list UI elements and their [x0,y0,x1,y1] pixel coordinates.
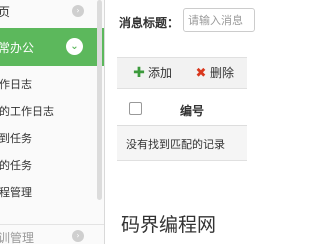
delete-button[interactable]: ✖ 删除 [195,64,234,82]
chevron-down-icon: ⌄ [66,38,83,55]
table-header: 编号 [117,93,247,126]
sidebar-scrollbar[interactable] [97,0,102,200]
sidebar-item-label: 到任务 [0,132,32,145]
empty-message: 没有找到匹配的记录 [126,138,225,151]
sidebar-item-received-tasks[interactable]: 到任务 [0,126,104,148]
column-header-number[interactable]: 编号 [180,102,204,119]
toolbar: ✚ 添加 ✖ 删除 [117,57,247,89]
circle-right-icon: › [72,230,84,242]
select-all-checkbox[interactable] [129,102,142,115]
table-empty-row: 没有找到匹配的记录 [117,126,247,161]
sidebar-item-label: 作日志 [0,78,32,91]
sidebar: 页 › 常办公 ⌄ 作日志 的工作日志 到任务 的任务 程管理 训管理 › [0,0,105,244]
sidebar-item-schedule[interactable]: 程管理 [0,180,104,202]
sidebar-item-label: 程管理 [0,186,32,199]
add-button[interactable]: ✚ 添加 [133,64,172,82]
sidebar-group-daily-office[interactable]: 常办公 ⌄ [0,28,104,66]
main-panel: 消息标题： ✚添加 ✖删除 编号 没有找到匹配的记录 [117,0,255,244]
sidebar-item-label: 页 [0,3,10,20]
sidebar-item-my-tasks[interactable]: 的任务 [0,153,104,175]
sidebar-item-label: 的工作日志 [0,105,54,118]
sidebar-item-work-log[interactable]: 作日志 [0,72,104,94]
search-row: 消息标题： [117,8,255,38]
circle-right-icon: › [72,5,84,17]
x-icon: ✖ [195,66,207,81]
search-input[interactable] [183,8,255,32]
sidebar-group-label: 常办公 [0,41,35,55]
sidebar-item-training[interactable]: 训管理 › [0,224,104,244]
add-button-label: 添加 [148,66,173,80]
delete-button-label: 删除 [210,66,235,80]
sidebar-item-label: 训管理 [0,231,35,244]
sidebar-item-home[interactable]: 页 › [0,0,104,29]
sidebar-item-label: 的任务 [0,159,32,172]
watermark: 码界编程网 [121,214,217,236]
plus-icon: ✚ [133,65,145,81]
sidebar-item-my-work-log[interactable]: 的工作日志 [0,99,104,121]
search-label: 消息标题： [119,16,180,30]
